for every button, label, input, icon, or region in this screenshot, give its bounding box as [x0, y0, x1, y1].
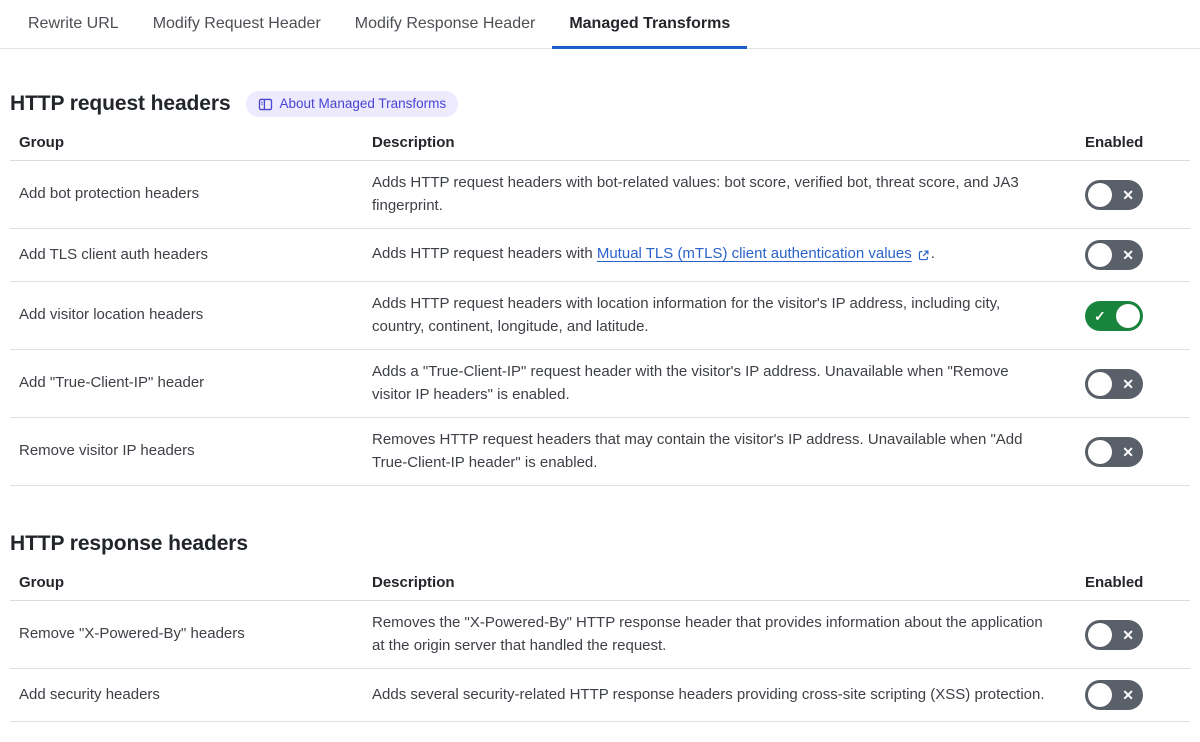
enabled-toggle[interactable]: ✕ — [1085, 680, 1143, 710]
toggle-state-icon: ✕ — [1122, 443, 1134, 460]
table-row: Remove "X-Powered-By" headers Removes th… — [10, 601, 1190, 669]
group-cell: Add visitor location headers — [19, 306, 204, 324]
description-cell: Removes HTTP request headers that may co… — [372, 431, 1023, 471]
request-headers-table: Group Description Enabled Add bot protec… — [10, 135, 1190, 486]
toggle-knob — [1088, 243, 1112, 267]
description-cell: Removes the "X-Powered-By" HTTP response… — [372, 614, 1043, 654]
response-headers-section: HTTP response headers Group Description … — [10, 531, 1190, 722]
toggle-knob — [1088, 371, 1112, 396]
book-icon — [258, 97, 273, 112]
description-cell: Adds HTTP request headers with bot-relat… — [372, 174, 1019, 214]
table-row: Add TLS client auth headers Adds HTTP re… — [10, 229, 1190, 282]
enabled-toggle[interactable]: ✕ — [1085, 619, 1143, 650]
toggle-knob — [1116, 303, 1140, 328]
toggle-state-icon: ✕ — [1122, 626, 1134, 643]
description-cell: Adds several security-related HTTP respo… — [372, 685, 1045, 703]
column-header-description: Description — [372, 134, 455, 151]
tab-modify-response-header[interactable]: Modify Response Header — [338, 0, 553, 48]
about-managed-transforms-badge[interactable]: About Managed Transforms — [245, 91, 459, 117]
toggle-state-icon: ✓ — [1094, 307, 1106, 324]
enabled-toggle[interactable]: ✕ — [1085, 436, 1143, 467]
response-headers-title: HTTP response headers — [10, 532, 248, 555]
response-headers-table: Group Description Enabled Remove "X-Powe… — [10, 575, 1190, 722]
enabled-toggle[interactable]: ✕ — [1085, 179, 1143, 210]
column-header-description: Description — [372, 574, 455, 591]
toggle-state-icon: ✕ — [1122, 247, 1134, 263]
tab-bar: Rewrite URL Modify Request Header Modify… — [0, 0, 1200, 49]
toggle-state-icon: ✕ — [1122, 375, 1134, 392]
toggle-knob — [1088, 439, 1112, 464]
toggle-knob — [1088, 683, 1112, 707]
description-cell: Adds a "True-Client-IP" request header w… — [372, 363, 1009, 403]
table-row: Add visitor location headers Adds HTTP r… — [10, 282, 1190, 350]
group-cell: Remove "X-Powered-By" headers — [19, 625, 245, 643]
table-row: Remove visitor IP headers Removes HTTP r… — [10, 418, 1190, 486]
column-header-enabled: Enabled — [1085, 134, 1144, 151]
table-row: Add security headers Adds several securi… — [10, 669, 1190, 722]
badge-label: About Managed Transforms — [279, 96, 447, 111]
group-cell: Remove visitor IP headers — [19, 442, 195, 460]
description-cell: Adds HTTP request headers with Mutual TL… — [372, 243, 1067, 267]
table-header-row: Group Description Enabled — [10, 135, 1190, 161]
table-header-row: Group Description Enabled — [10, 575, 1190, 601]
request-headers-title: HTTP request headers — [10, 92, 231, 115]
description-cell: Adds HTTP request headers with location … — [372, 295, 1001, 335]
toggle-knob — [1088, 622, 1112, 647]
description-link[interactable]: Mutual TLS (mTLS) client authentication … — [597, 245, 912, 262]
table-row: Add "True-Client-IP" header Adds a "True… — [10, 350, 1190, 418]
table-row: Add bot protection headers Adds HTTP req… — [10, 161, 1190, 229]
tab-modify-request-header[interactable]: Modify Request Header — [136, 0, 338, 48]
group-cell: Add TLS client auth headers — [19, 245, 209, 263]
column-header-enabled: Enabled — [1085, 574, 1144, 591]
tab-managed-transforms[interactable]: Managed Transforms — [552, 0, 748, 49]
enabled-toggle[interactable]: ✕ — [1085, 240, 1143, 270]
request-headers-section: HTTP request headers About Managed Trans… — [10, 91, 1190, 486]
group-cell: Add bot protection headers — [19, 185, 200, 203]
toggle-state-icon: ✕ — [1122, 186, 1134, 203]
external-link-icon — [917, 244, 930, 267]
toggle-knob — [1088, 182, 1112, 207]
managed-transforms-panel: HTTP request headers About Managed Trans… — [10, 91, 1190, 722]
tab-rewrite-url[interactable]: Rewrite URL — [11, 0, 136, 48]
column-header-group: Group — [19, 574, 64, 591]
enabled-toggle[interactable]: ✕ — [1085, 368, 1143, 399]
group-cell: Add "True-Client-IP" header — [19, 374, 205, 392]
enabled-toggle[interactable]: ✓ — [1085, 300, 1143, 331]
group-cell: Add security headers — [19, 685, 160, 703]
column-header-group: Group — [19, 134, 64, 151]
toggle-state-icon: ✕ — [1122, 687, 1134, 703]
